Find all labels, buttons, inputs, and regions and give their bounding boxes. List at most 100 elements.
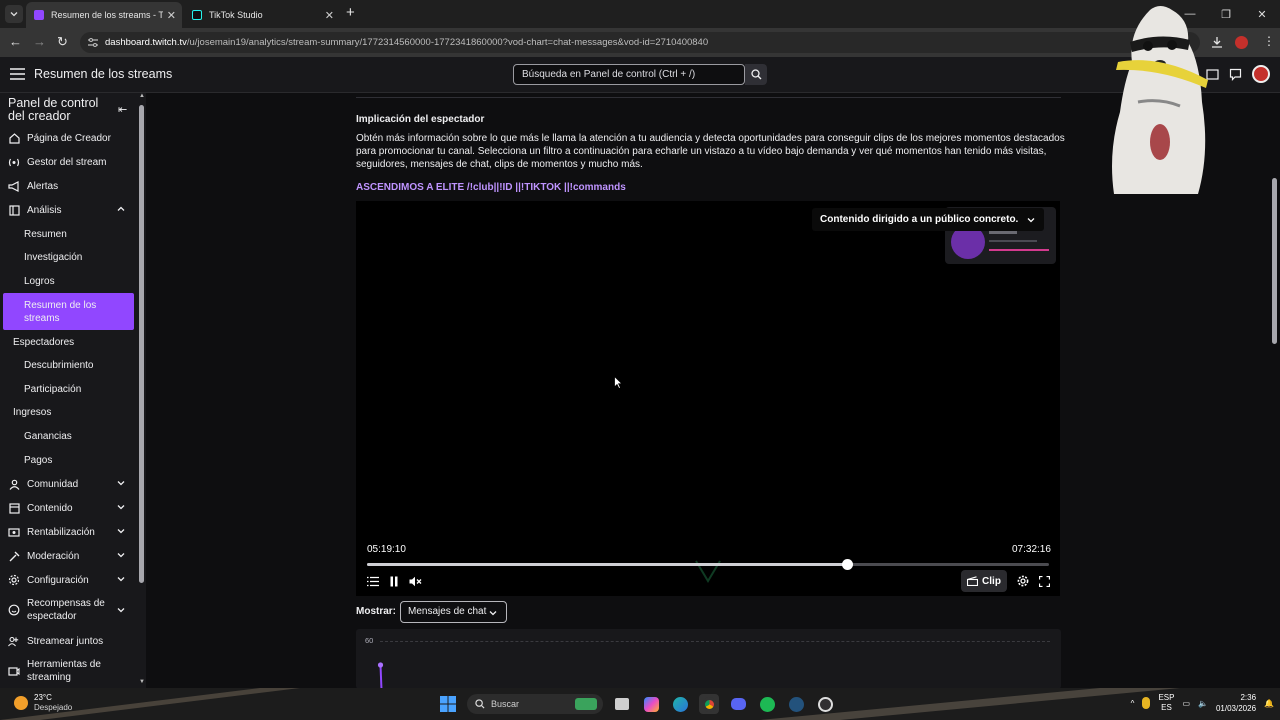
- start-button[interactable]: [438, 694, 458, 714]
- sidebar-item-label: Recompensas de espectador: [27, 598, 105, 622]
- tab-search-button[interactable]: [5, 5, 23, 23]
- sidebar-item-label: Comunidad: [27, 478, 79, 490]
- network-icon[interactable]: ▭: [1182, 699, 1190, 708]
- discord-app[interactable]: [728, 694, 748, 714]
- url-field[interactable]: dashboard.twitch.tv/u/josemain19/analyti…: [80, 32, 1200, 53]
- chrome-app[interactable]: [699, 694, 719, 714]
- whisper-icon[interactable]: [1229, 68, 1242, 81]
- creator-sidebar: Panel de control del creador ⇤ Página de…: [0, 93, 146, 688]
- sidebar-subitem-engagement[interactable]: Participación: [24, 384, 81, 395]
- preview-bar: [989, 231, 1017, 234]
- maximize-icon[interactable]: ❐: [1208, 0, 1244, 28]
- sidebar-item-settings[interactable]: Configuración: [0, 568, 134, 592]
- chevron-down-icon: [117, 481, 125, 486]
- sidebar-item-moderation[interactable]: Moderación: [0, 544, 134, 568]
- taskbar-search[interactable]: Buscar: [467, 694, 603, 714]
- microphone-icon[interactable]: [1142, 697, 1151, 709]
- volume-icon[interactable]: 🔈: [1198, 699, 1208, 708]
- chevron-down-icon: [117, 553, 125, 558]
- back-arrow-icon[interactable]: ←: [9, 35, 22, 49]
- weather-description: Despejado: [34, 703, 73, 712]
- sidebar-subitem-summary[interactable]: Resumen: [24, 229, 67, 240]
- collapse-sidebar-icon[interactable]: ⇤: [118, 103, 127, 116]
- content-classification-dropdown[interactable]: Contenido dirigido a un público concreto…: [812, 208, 1045, 231]
- sidebar-item-label: Rentabilización: [27, 526, 95, 538]
- keyboard-layout: ES: [1161, 703, 1172, 712]
- page-scroll-thumb[interactable]: [1272, 178, 1277, 344]
- stream-title-link[interactable]: ASCENDIMOS A ELITE /!club||!ID ||!TIKTOK…: [356, 182, 626, 193]
- megaphone-icon: [8, 180, 20, 192]
- tab-label: TikTok Studio: [209, 10, 263, 20]
- fullscreen-button[interactable]: [1037, 574, 1051, 588]
- address-bar-row: ← → ↻ dashboard.twitch.tv/u/josemain19/a…: [0, 28, 1280, 57]
- chevron-down-icon: [10, 12, 18, 17]
- search-input[interactable]: Búsqueda en Panel de control (Ctrl + /): [513, 64, 745, 85]
- new-tab-button[interactable]: +: [346, 5, 355, 21]
- scroll-up-icon[interactable]: ▲: [139, 93, 145, 99]
- sidebar-subitem-research[interactable]: Investigación: [24, 252, 82, 263]
- language-indicator[interactable]: ESP ES: [1158, 693, 1174, 713]
- close-window-icon[interactable]: ✕: [1244, 0, 1280, 28]
- chevron-down-icon: [489, 611, 497, 616]
- topbar-icons: [1206, 65, 1270, 83]
- sidebar-item-collab[interactable]: Streamear juntos: [0, 629, 134, 653]
- sidebar-item-community[interactable]: Comunidad: [0, 472, 134, 496]
- metric-select[interactable]: Mensajes de chat: [400, 601, 507, 623]
- sidebar-subitem-payouts[interactable]: Pagos: [24, 455, 52, 466]
- sidebar-item-analytics[interactable]: Análisis: [0, 198, 134, 222]
- forward-arrow-icon[interactable]: →: [33, 35, 46, 49]
- player-settings-button[interactable]: [1016, 574, 1030, 588]
- menu-icon[interactable]: [10, 68, 25, 80]
- clip-button[interactable]: Clip: [961, 570, 1007, 592]
- reload-icon[interactable]: ↻: [57, 35, 68, 49]
- dashboard-topbar: Resumen de los streams Búsqueda en Panel…: [0, 57, 1280, 93]
- sidebar-item-content[interactable]: Contenido: [0, 496, 134, 520]
- clock[interactable]: 2:36 01/03/2026: [1216, 692, 1256, 714]
- sidebar-item-label: Streamear juntos: [27, 635, 104, 647]
- sidebar-subitem-discovery[interactable]: Descubrimiento: [24, 360, 93, 371]
- spotify-app[interactable]: [757, 694, 777, 714]
- profile-avatar[interactable]: [1235, 36, 1248, 49]
- sidebar-item-creator-page[interactable]: Página de Creador: [0, 126, 134, 150]
- chevron-down-icon: [117, 577, 125, 582]
- mute-button[interactable]: [408, 574, 422, 588]
- notification-icon[interactable]: 🔔: [1264, 699, 1274, 708]
- chapters-button[interactable]: [366, 574, 380, 588]
- copilot-app[interactable]: [641, 694, 661, 714]
- tray-overflow-icon[interactable]: ^: [1131, 699, 1135, 708]
- edge-app[interactable]: [670, 694, 690, 714]
- close-icon[interactable]: ✕: [325, 9, 334, 22]
- chat-messages-chart[interactable]: [356, 629, 1061, 689]
- sidebar-scroll-thumb[interactable]: [139, 105, 144, 583]
- clock-time: 2:36: [1240, 693, 1257, 702]
- user-avatar[interactable]: [1252, 65, 1270, 83]
- sidebar-item-alerts[interactable]: Alertas: [0, 174, 134, 198]
- sidebar-item-streaming-tools[interactable]: Herramientas de streaming: [0, 653, 134, 688]
- sidebar-item-monetization[interactable]: Rentabilización: [0, 520, 134, 544]
- sidebar-subitem-earnings[interactable]: Ganancias: [24, 431, 72, 442]
- sidebar-item-label: Contenido: [27, 502, 73, 514]
- language-code: ESP: [1158, 693, 1175, 702]
- url-path: /u/josemain19/analytics/stream-summary/1…: [186, 37, 709, 48]
- collab-icon: [8, 635, 20, 647]
- close-icon[interactable]: ✕: [167, 9, 176, 22]
- sidebar-item-viewer-rewards[interactable]: Recompensas de espectador: [0, 592, 134, 628]
- tab-twitch[interactable]: Resumen de los streams - Twitc ✕: [26, 2, 182, 28]
- pause-button[interactable]: [387, 574, 401, 588]
- steam-app[interactable]: [786, 694, 806, 714]
- search-button[interactable]: [745, 64, 767, 85]
- sidebar-item-stream-manager[interactable]: Gestor del stream: [0, 150, 134, 174]
- weather-widget[interactable]: 23°C Despejado: [14, 693, 72, 713]
- site-info-icon: [88, 38, 98, 47]
- clock-date: 01/03/2026: [1215, 704, 1257, 713]
- tab-tiktok[interactable]: TikTok Studio ✕: [184, 2, 340, 28]
- seek-bar[interactable]: [367, 559, 1049, 570]
- browser-menu-icon[interactable]: ⋮: [1263, 34, 1275, 48]
- task-view-app[interactable]: [612, 694, 632, 714]
- content-icon: [8, 502, 20, 514]
- obs-app[interactable]: [815, 694, 835, 714]
- sidebar-subitem-achievements[interactable]: Logros: [24, 276, 55, 287]
- download-icon[interactable]: [1211, 36, 1223, 48]
- page-title: Resumen de los streams: [34, 67, 173, 81]
- scroll-down-icon[interactable]: ▼: [139, 679, 145, 685]
